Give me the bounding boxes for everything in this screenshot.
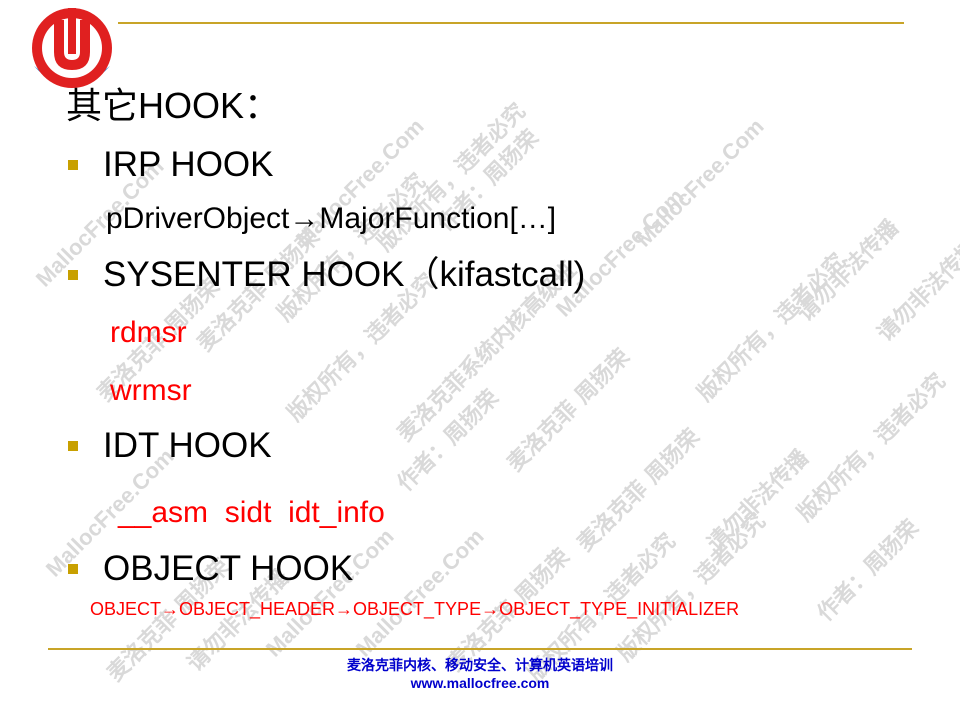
header-rule bbox=[118, 22, 904, 24]
bullet-square-icon bbox=[68, 160, 78, 170]
watermark-text: MallocFree.Com bbox=[350, 523, 489, 662]
bullet-item-idt-hook: IDT HOOK bbox=[68, 425, 272, 467]
watermark-text: 版权所有，违者必究 bbox=[692, 248, 851, 407]
footer-rule bbox=[48, 648, 912, 650]
watermark-text: 版权所有，违者必究 bbox=[272, 168, 431, 327]
bullet-text: IRP HOOK bbox=[103, 145, 274, 184]
footer-course-title: 麦洛克菲内核、移动安全、计算机英语培训 bbox=[347, 657, 613, 673]
sub-item-wrmsr: wrmsr bbox=[110, 374, 192, 407]
bullet-text: OBJECT HOOK bbox=[103, 549, 354, 588]
bullet-text: IDT HOOK bbox=[103, 426, 272, 465]
sub-item-object-chain: OBJECT→OBJECT_HEADER→OBJECT_TYPE→OBJECT_… bbox=[90, 599, 740, 619]
sub-item-major-function: pDriverObject→MajorFunction[…] bbox=[106, 202, 557, 235]
bullet-square-icon bbox=[68, 564, 78, 574]
watermark-text: 麦洛克菲 周扬荣 bbox=[502, 343, 635, 477]
bullet-square-icon bbox=[68, 270, 78, 280]
watermark-text: MallocFree.Com bbox=[550, 183, 689, 322]
watermark-text: 麦洛克菲 周扬荣 bbox=[572, 423, 705, 557]
bullet-square-icon bbox=[68, 441, 78, 451]
watermark-text: 作者：周扬荣 bbox=[812, 514, 924, 627]
slide-heading: 其它HOOK： bbox=[66, 85, 281, 126]
watermark-text: MallocFree.Com bbox=[630, 113, 769, 252]
sub-item-rdmsr: rdmsr bbox=[110, 316, 187, 349]
watermark-text: 请勿非法传播 bbox=[792, 214, 904, 327]
sub-item-asm-sidt: __asm sidt idt_info bbox=[118, 496, 385, 529]
bullet-item-object-hook: OBJECT HOOK bbox=[68, 548, 353, 590]
watermark-text: 作者：周扬荣 bbox=[392, 384, 504, 497]
watermark-text: 版权所有，违者必究 bbox=[612, 508, 771, 667]
footer-website: www.mallocfree.com bbox=[410, 675, 550, 691]
bullet-item-sysenter-hook: SYSENTER HOOK（kifastcall) bbox=[68, 254, 585, 296]
watermark-text: 版权所有，违者必究 bbox=[792, 368, 951, 527]
watermark-text: MallocFree.Com bbox=[260, 523, 399, 662]
bullet-text: SYSENTER HOOK（kifastcall) bbox=[103, 255, 586, 294]
watermark-text: 请勿非法传播 bbox=[872, 234, 960, 347]
slide: MallocFree.Com 麦洛克菲 周扬荣 版权所有，违者必究 MallocFre… bbox=[0, 0, 960, 720]
bullet-item-irp-hook: IRP HOOK bbox=[68, 144, 274, 186]
watermark-text: 请勿非法传播 bbox=[702, 444, 814, 557]
